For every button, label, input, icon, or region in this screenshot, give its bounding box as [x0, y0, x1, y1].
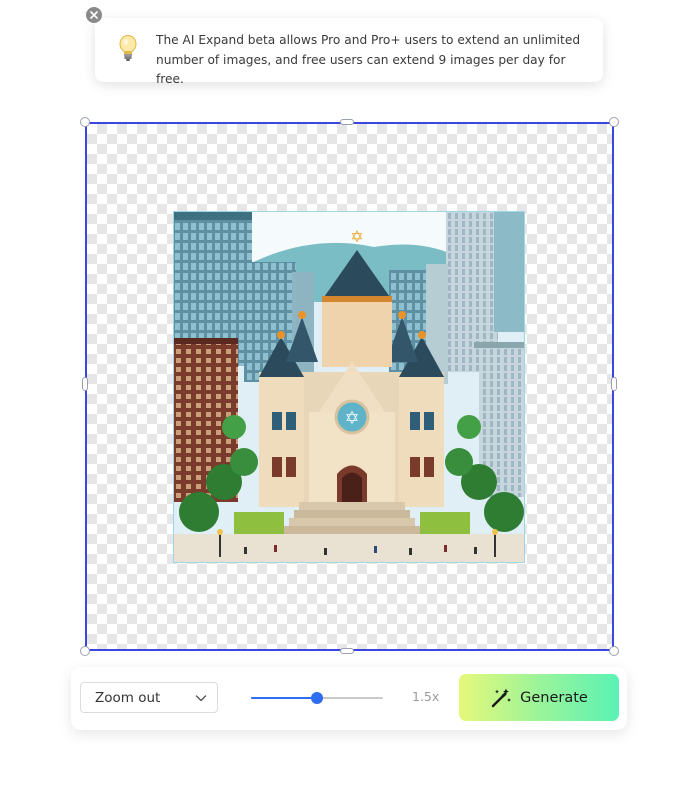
- resize-handle-bottom-right[interactable]: [609, 646, 619, 656]
- lightbulb-icon: [119, 35, 137, 61]
- resize-handle-left[interactable]: [82, 377, 88, 391]
- zoom-select[interactable]: Zoom out: [80, 682, 218, 713]
- generate-button[interactable]: Generate: [459, 674, 619, 721]
- resize-handle-top-right[interactable]: [609, 117, 619, 127]
- zoom-slider[interactable]: [251, 691, 383, 705]
- svg-text:✡: ✡: [344, 408, 359, 429]
- resize-handle-top-left[interactable]: [80, 117, 90, 127]
- resize-handle-bottom-left[interactable]: [80, 646, 90, 656]
- zoom-slider-thumb[interactable]: [311, 692, 323, 704]
- notice-message: The AI Expand beta allows Pro and Pro+ u…: [156, 33, 581, 86]
- resize-handle-bottom[interactable]: [340, 648, 354, 654]
- cathedral-illustration: ✡ ✡: [174, 212, 524, 562]
- notice-banner: The AI Expand beta allows Pro and Pro+ u…: [95, 18, 603, 86]
- resize-handle-right[interactable]: [611, 377, 617, 391]
- source-image: ✡ ✡: [173, 211, 525, 563]
- expand-toolbar: Zoom out 1.5x Generate: [71, 667, 627, 730]
- resize-handle-top[interactable]: [340, 119, 354, 125]
- svg-text:✡: ✡: [350, 227, 363, 246]
- zoom-select-value: Zoom out: [95, 689, 161, 706]
- zoom-slider-fill: [251, 697, 317, 699]
- magic-wand-icon: [491, 688, 512, 707]
- zoom-value: 1.5x: [412, 689, 440, 704]
- close-icon[interactable]: [86, 7, 102, 23]
- generate-label: Generate: [520, 689, 588, 706]
- chevron-down-icon: [195, 695, 207, 702]
